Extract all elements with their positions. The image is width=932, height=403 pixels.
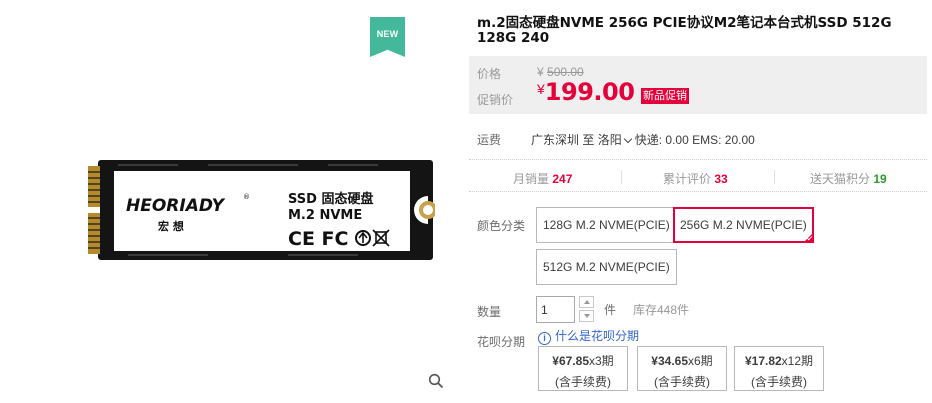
cert-marks: CE FC xyxy=(288,228,348,250)
promo-price: ¥199.00 xyxy=(537,78,635,106)
promo-tag: 新品促销 xyxy=(641,88,689,104)
svg-text:®: ® xyxy=(243,193,250,201)
chevron-down-icon xyxy=(623,134,632,144)
price-box: 价格 ¥ 500.00 促销价 ¥199.00 新品促销 xyxy=(469,56,927,114)
product-image[interactable]: HEORIADY ® 宏 想 SSD 固态硬盘 M.2 NVME CE FC xyxy=(88,158,435,262)
sku-option-128g[interactable]: 128G M.2 NVME(PCIE) xyxy=(536,207,677,243)
info-icon: i xyxy=(538,332,551,345)
promo-price-label: 促销价 xyxy=(477,93,514,107)
arrow-up-icon xyxy=(584,300,590,304)
quantity-decrease-button[interactable] xyxy=(579,310,594,322)
huabei-plan-6[interactable]: ¥34.65x6期 (含手续费) xyxy=(637,346,727,391)
sku-option-256g[interactable]: 256G M.2 NVME(PCIE) xyxy=(673,207,814,243)
arrow-down-icon xyxy=(584,314,590,318)
stock-count: 库存448件 xyxy=(633,303,690,317)
huabei-plan-12[interactable]: ¥17.82x12期 (含手续费) xyxy=(734,346,824,391)
huabei-info-link[interactable]: i 什么是花呗分期 xyxy=(538,327,639,345)
label-line2: M.2 NVME xyxy=(288,208,362,223)
ship-rates: 快递: 0.00 EMS: 20.00 xyxy=(634,133,755,147)
sku-label: 颜色分类 xyxy=(477,219,526,233)
product-title: m.2固态硬盘NVME 256G PCIE协议M2笔记本台式机SSD 512G … xyxy=(477,15,892,46)
huabei-label: 花呗分期 xyxy=(477,335,526,349)
quantity-input[interactable] xyxy=(536,296,575,323)
product-gallery: NEW HEORIADY ® 宏 想 SSD 固态硬盘 M.2 NVME CE … xyxy=(72,14,446,396)
review-count[interactable]: 累计评价 33 xyxy=(663,170,728,187)
new-badge: NEW xyxy=(370,17,405,57)
ship-from: 广东深圳 xyxy=(531,133,580,147)
label-line1: SSD 固态硬盘 xyxy=(288,191,373,207)
monthly-sales: 月销量 247 xyxy=(513,172,573,186)
ship-to-city-select[interactable]: 洛阳 xyxy=(598,133,635,147)
ship-to-word: 至 xyxy=(582,133,595,147)
zoom-icon[interactable] xyxy=(428,373,444,389)
shipping-label: 运费 xyxy=(477,133,502,147)
original-price-label: 价格 xyxy=(477,67,502,81)
huabei-plan-3[interactable]: ¥67.85x3期 (含手续费) xyxy=(538,346,628,391)
quantity-unit: 件 xyxy=(604,303,617,317)
new-badge-label: NEW xyxy=(376,29,399,39)
tmall-points: 送天猫积分 19 xyxy=(810,172,887,186)
sku-option-512g[interactable]: 512G M.2 NVME(PCIE) xyxy=(536,249,677,285)
brand-cn-text: 宏 想 xyxy=(158,219,184,233)
selected-check-icon xyxy=(803,233,813,242)
stats-bar: 月销量 247 累计评价 33 送天猫积分 19 xyxy=(469,159,927,192)
brand-logo-text: HEORIADY xyxy=(126,196,226,216)
quantity-label: 数量 xyxy=(477,305,502,319)
shipping-info: 广东深圳 至 洛阳 快递: 0.00 EMS: 20.00 xyxy=(531,131,755,148)
original-price: ¥ 500.00 xyxy=(537,65,584,79)
quantity-increase-button[interactable] xyxy=(579,296,594,308)
